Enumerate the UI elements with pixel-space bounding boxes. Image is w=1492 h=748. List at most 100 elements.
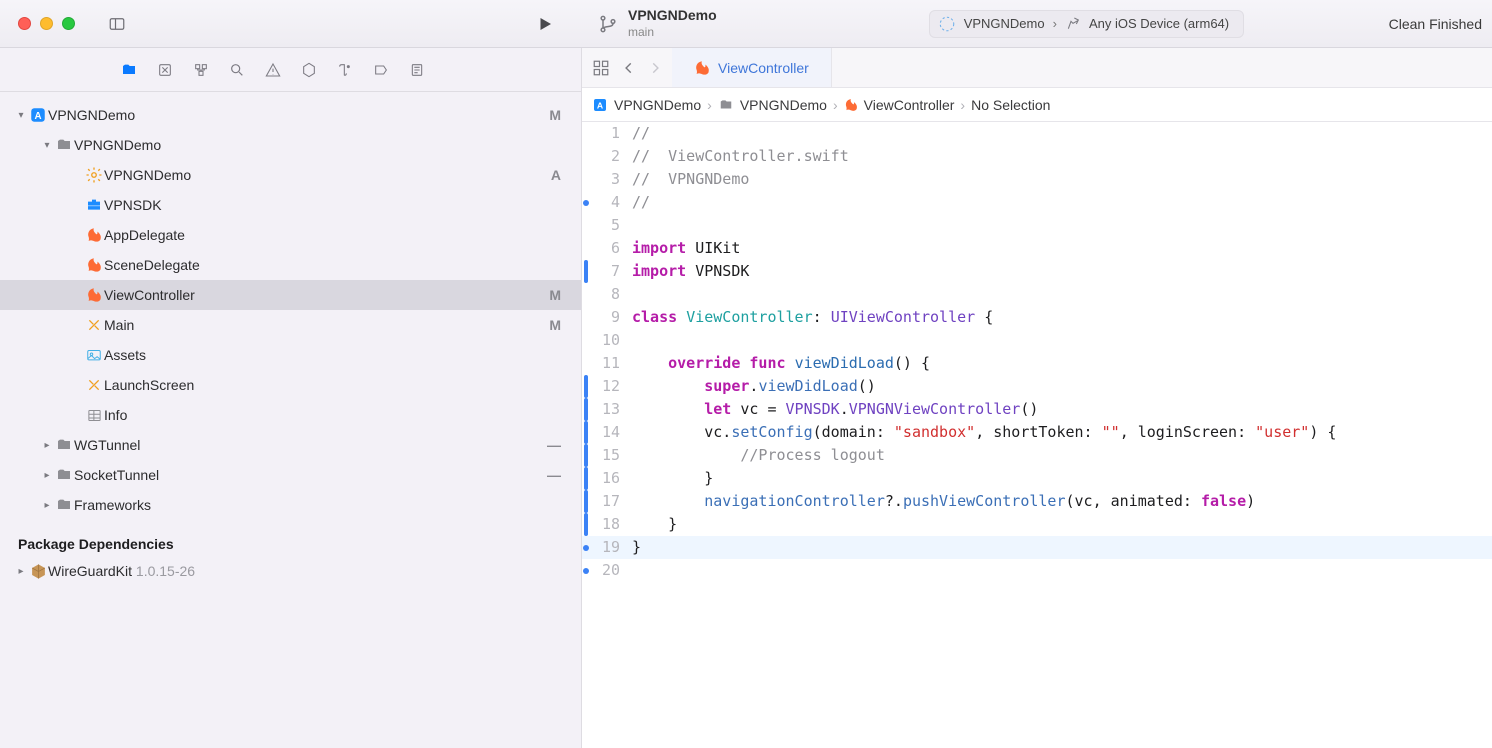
change-bar [582,398,590,421]
zoom-window-button[interactable] [62,17,75,30]
file-icon [54,437,74,453]
line-number: 11 [590,352,632,375]
scm-badge: A [551,167,561,183]
breakpoint-navigator-tab[interactable] [372,62,390,78]
line-number: 6 [590,237,632,260]
file-item-scenedelegate[interactable]: SceneDelegate [0,250,581,280]
code-line[interactable]: 19 } [582,536,1492,559]
svg-text:A: A [34,111,41,122]
file-icon [54,497,74,513]
toggle-sidebar-button[interactable] [108,15,126,33]
nav-forward-button[interactable] [648,60,662,76]
file-item-appdelegate[interactable]: AppDelegate [0,220,581,250]
code-content: // [632,191,1492,214]
change-bar [582,145,590,168]
change-bar [582,306,590,329]
run-button[interactable] [536,14,554,34]
code-line[interactable]: 4 // [582,191,1492,214]
file-icon [84,166,104,184]
code-content: import UIKit [632,237,1492,260]
line-number: 5 [590,214,632,237]
code-line[interactable]: 5 [582,214,1492,237]
find-navigator-tab[interactable] [228,62,246,78]
package-item[interactable]: ▸ WireGuardKit 1.0.15-26 [0,556,581,586]
line-number: 2 [590,145,632,168]
navigator-tabs [0,48,581,92]
chevron-right-icon: › [1053,16,1057,31]
jump-bar[interactable]: A VPNGNDemo › VPNGNDemo › ViewController… [582,88,1492,122]
code-line[interactable]: 10 [582,329,1492,352]
code-line[interactable]: 9 class ViewController: UIViewController… [582,306,1492,329]
code-line[interactable]: 13 let vc = VPNSDK.VPNGNViewController() [582,398,1492,421]
editor-file-tab[interactable]: ViewController [672,48,832,87]
project-group[interactable]: ▾ VPNGNDemo [0,130,581,160]
report-navigator-tab[interactable] [408,62,426,78]
disclosure-icon: ▸ [14,566,28,577]
nav-back-button[interactable] [622,60,636,76]
change-bar [582,352,590,375]
file-item-info[interactable]: Info [0,400,581,430]
project-title: VPNGNDemo [628,7,717,25]
file-icon [54,137,74,153]
change-bar [582,191,590,214]
group-frameworks[interactable]: ▸ Frameworks [0,490,581,520]
svg-text:A: A [597,100,604,110]
tree-item-label: Main [104,317,549,333]
symbol-navigator-tab[interactable] [192,62,210,78]
code-line[interactable]: 18 } [582,513,1492,536]
build-status: Clean Finished [1389,16,1482,32]
code-line[interactable]: 14 vc.setConfig(domain: "sandbox", short… [582,421,1492,444]
tree-item-label: ViewController [104,287,549,303]
issue-navigator-tab[interactable] [264,62,282,78]
code-line[interactable]: 20 [582,559,1492,582]
file-item-assets[interactable]: Assets [0,340,581,370]
source-control-navigator-tab[interactable] [156,62,174,78]
code-line[interactable]: 7 import VPNSDK [582,260,1492,283]
tree-item-label: AppDelegate [104,227,561,243]
code-content [632,329,1492,352]
change-bar [582,513,590,536]
code-line[interactable]: 1 // [582,122,1492,145]
file-item-main[interactable]: Main M [0,310,581,340]
group-sockettunnel[interactable]: ▸ SocketTunnel — [0,460,581,490]
code-line[interactable]: 8 [582,283,1492,306]
code-content: import VPNSDK [632,260,1492,283]
code-line[interactable]: 3 // VPNGNDemo [582,168,1492,191]
code-editor[interactable]: 1 // 2 // ViewController.swift 3 // VPNG… [582,122,1492,748]
project-navigator-tab[interactable] [120,62,138,78]
code-line[interactable]: 6 import UIKit [582,237,1492,260]
file-item-launchscreen[interactable]: LaunchScreen [0,370,581,400]
file-item-viewcontroller[interactable]: ViewController M [0,280,581,310]
code-content: // ViewController.swift [632,145,1492,168]
file-item-vpnsdk[interactable]: VPNSDK [0,190,581,220]
code-content: override func viewDidLoad() { [632,352,1492,375]
tree-item-label: SceneDelegate [104,257,561,273]
change-bar [582,237,590,260]
code-line[interactable]: 2 // ViewController.swift [582,145,1492,168]
related-items-button[interactable] [592,59,610,77]
code-content: let vc = VPNSDK.VPNGNViewController() [632,398,1492,421]
code-content: } [632,467,1492,490]
code-line[interactable]: 12 super.viewDidLoad() [582,375,1492,398]
project-root[interactable]: ▾ A VPNGNDemo M [0,100,581,130]
scheme-selector[interactable]: VPNGNDemo › Any iOS Device (arm64) [929,10,1244,38]
jumpbar-seg-1: VPNGNDemo [740,97,827,113]
file-item-vpngndemo[interactable]: VPNGNDemo A [0,160,581,190]
code-content: } [632,513,1492,536]
source-control-button[interactable]: VPNGNDemo main [598,7,717,40]
change-bar [582,559,590,582]
close-window-button[interactable] [18,17,31,30]
project-tree: ▾ A VPNGNDemo M ▾ VPNGNDemo VPNGNDemo A … [0,92,581,594]
code-line[interactable]: 16 } [582,467,1492,490]
code-content: vc.setConfig(domain: "sandbox", shortTok… [632,421,1492,444]
code-line[interactable]: 15 //Process logout [582,444,1492,467]
tree-item-label: VPNSDK [104,197,561,213]
group-wgtunnel[interactable]: ▸ WGTunnel — [0,430,581,460]
tree-item-label: SocketTunnel [74,467,547,483]
debug-navigator-tab[interactable] [336,62,354,78]
minimize-window-button[interactable] [40,17,53,30]
code-line[interactable]: 17 navigationController?.pushViewControl… [582,490,1492,513]
tree-item-label: VPNGNDemo [104,167,551,183]
code-line[interactable]: 11 override func viewDidLoad() { [582,352,1492,375]
test-navigator-tab[interactable] [300,62,318,78]
